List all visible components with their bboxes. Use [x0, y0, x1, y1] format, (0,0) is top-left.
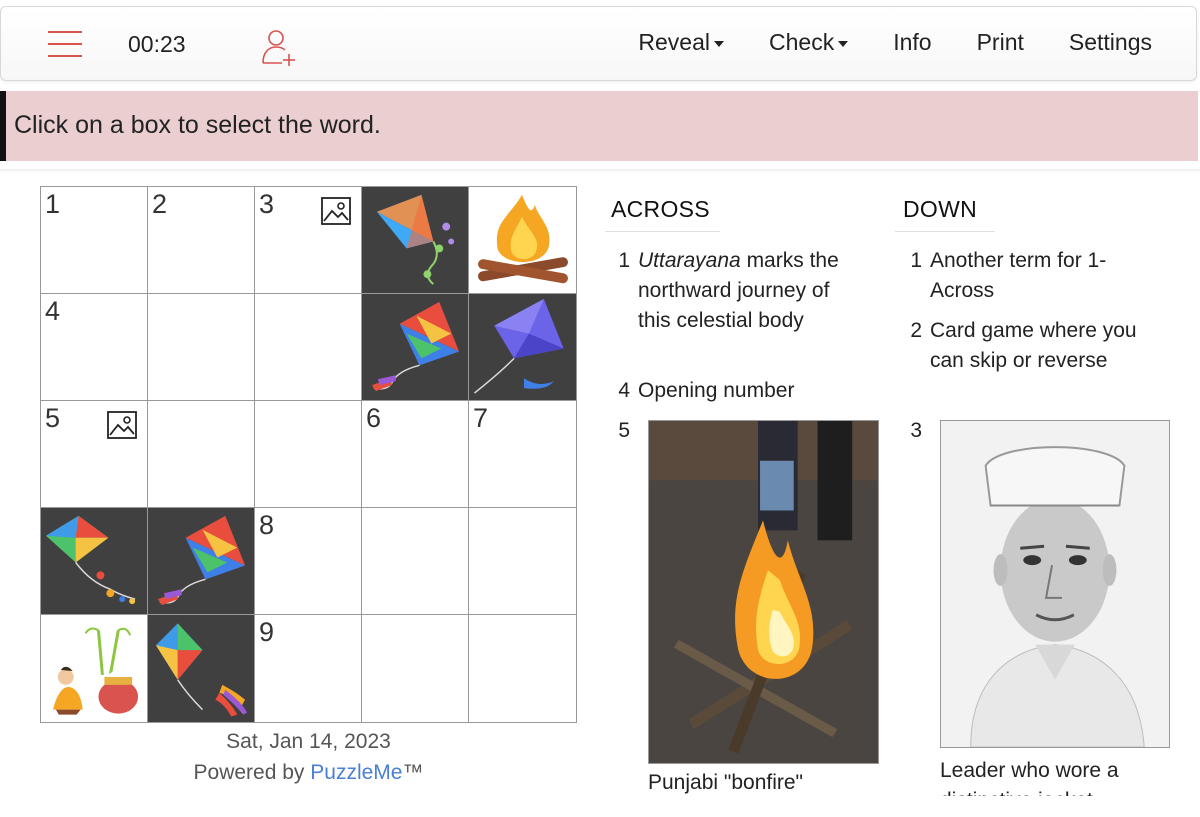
down-heading: DOWN — [895, 196, 995, 232]
clue-number: 1 — [618, 249, 630, 272]
hamburger-menu-icon[interactable] — [48, 31, 82, 59]
grid-cell[interactable] — [362, 508, 469, 615]
clue-number: 3 — [259, 189, 275, 219]
grid-cell[interactable] — [255, 294, 362, 401]
crossword-grid: 1 2 3 4 5 6 7 8 9 — [40, 186, 577, 723]
grid-cell[interactable]: 1 — [41, 187, 148, 294]
image-icon[interactable] — [107, 411, 137, 439]
clue-text: Another term for 1-Across — [930, 249, 1107, 302]
clue-number: 5 — [618, 419, 630, 442]
top-toolbar: 00:23 Reveal Check Info Print Settings — [0, 6, 1197, 81]
shaded-cell-kite — [148, 615, 255, 722]
clue-number: 4 — [618, 379, 630, 402]
shaded-cell-kite — [469, 294, 576, 401]
clue-number: 2 — [910, 319, 922, 342]
clue-number: 6 — [366, 403, 382, 433]
grid-cell[interactable] — [148, 401, 255, 508]
reveal-label: Reveal — [638, 29, 711, 55]
rainbow-kite-icon — [157, 515, 246, 606]
print-button[interactable]: Print — [977, 29, 1024, 56]
down-clue-3[interactable]: 3 — [902, 416, 932, 446]
caret-down-icon — [714, 40, 725, 47]
down-clue-1[interactable]: 1 Another term for 1-Across — [902, 246, 1157, 306]
grid-cell[interactable] — [469, 508, 576, 615]
shaded-cell-kite — [41, 508, 148, 615]
add-user-icon[interactable] — [260, 27, 300, 67]
clue-number: 9 — [259, 617, 275, 647]
shaded-cell-kite — [362, 187, 469, 294]
info-button[interactable]: Info — [893, 29, 931, 56]
clue-number: 5 — [45, 403, 61, 433]
grid-cell[interactable]: 5 — [41, 401, 148, 508]
grid-cell[interactable]: 7 — [469, 401, 576, 508]
shaded-cell-kite — [148, 508, 255, 615]
toolbar-nav: Reveal Check Info Print Settings — [593, 29, 1152, 56]
grid-cell[interactable]: 2 — [148, 187, 255, 294]
puzzleme-link[interactable]: PuzzleMe — [310, 761, 402, 784]
shaded-cell-kite — [362, 294, 469, 401]
clue-number: 1 — [910, 249, 922, 272]
grid-cell[interactable]: 4 — [41, 294, 148, 401]
blue-kite-icon — [473, 298, 564, 394]
across-clue-5[interactable]: 5 — [610, 416, 640, 446]
grid-cell[interactable]: 6 — [362, 401, 469, 508]
leader-portrait-photo[interactable] — [940, 420, 1170, 748]
grid-cell[interactable] — [148, 294, 255, 401]
leader-caption: Leader who wore a distinctive jacket — [940, 759, 1119, 796]
clue-text: Uttarayana marks the northward journey o… — [638, 246, 860, 336]
clue-text: Card game where you can skip or reverse — [930, 319, 1137, 372]
grid-cell[interactable]: 9 — [255, 615, 362, 722]
clue-number: 1 — [45, 189, 61, 219]
down-clue-2[interactable]: 2 Card game where you can skip or revers… — [902, 316, 1157, 376]
trademark: ™ — [402, 761, 424, 784]
puzzle-date: Sat, Jan 14, 2023 — [226, 730, 391, 753]
leader-caption-clip: Leader who wore a distinctive jacket — [940, 756, 1180, 796]
check-label: Check — [769, 29, 835, 55]
powered-prefix: Powered by — [193, 761, 311, 784]
image-icon[interactable] — [321, 197, 351, 225]
clue-text: Opening number — [638, 379, 795, 402]
across-clue-4[interactable]: 4 Opening number — [610, 376, 860, 406]
bonfire-caption: Punjabi "bonfire" — [648, 771, 804, 794]
kite-icon — [155, 623, 248, 717]
bonfire-icon — [478, 194, 568, 284]
kite-icon — [45, 515, 136, 605]
clue-number: 4 — [45, 296, 61, 326]
message-text: Click on a box to select the word. — [14, 111, 381, 139]
powered-by: Powered by PuzzleMe™ — [40, 761, 577, 785]
reveal-menu[interactable]: Reveal — [638, 29, 725, 56]
grid-cell[interactable]: 3 — [255, 187, 362, 294]
grid-cell[interactable] — [362, 615, 469, 722]
pongal-celebration-icon — [52, 627, 139, 715]
clue-number: 2 — [152, 189, 168, 219]
clue-number: 3 — [910, 419, 922, 442]
across-heading: ACROSS — [605, 196, 720, 232]
across-clue-1[interactable]: 1 Uttarayana marks the northward journey… — [610, 246, 860, 336]
shaded-cell-pongal — [41, 615, 148, 722]
caret-down-icon — [838, 40, 849, 47]
clue-number: 7 — [473, 403, 489, 433]
bonfire-photo[interactable] — [648, 420, 879, 764]
clue-text-emphasis: Uttarayana — [638, 249, 741, 272]
grid-cell[interactable] — [255, 401, 362, 508]
shaded-cell-bonfire — [469, 187, 576, 294]
clue-number: 8 — [259, 510, 275, 540]
divider — [0, 169, 1200, 173]
message-bar: Click on a box to select the word. — [0, 91, 1198, 161]
timer: 00:23 — [128, 31, 186, 57]
rainbow-kite-icon — [371, 301, 460, 392]
kite-icon — [376, 194, 455, 285]
settings-button[interactable]: Settings — [1069, 29, 1152, 56]
check-menu[interactable]: Check — [769, 29, 849, 56]
grid-cell[interactable]: 8 — [255, 508, 362, 615]
grid-cell[interactable] — [469, 615, 576, 722]
